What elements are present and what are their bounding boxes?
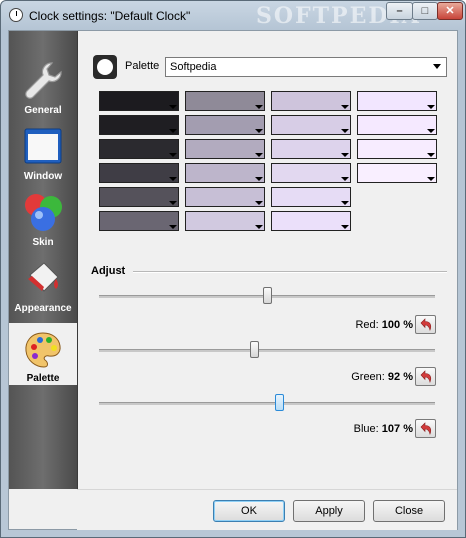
blue-reset-button[interactable] <box>415 419 436 438</box>
red-label: Red: <box>355 319 379 331</box>
sidebar-item-label: Palette <box>26 373 60 384</box>
adjust-heading: Adjust <box>91 265 126 277</box>
color-swatch[interactable] <box>185 211 265 231</box>
undo-arrow-icon <box>420 422 432 435</box>
adjust-divider <box>133 271 447 273</box>
red-reset-button[interactable] <box>415 315 436 334</box>
palette-select[interactable]: Softpedia <box>165 57 447 77</box>
color-swatch[interactable] <box>99 91 179 111</box>
sidebar: General Window Skin Appearance Palette <box>9 31 78 489</box>
dialog-footer: OK Apply Close <box>77 489 457 530</box>
window-icon <box>24 128 62 164</box>
palette-select-value: Softpedia <box>170 61 217 73</box>
color-swatch[interactable] <box>271 163 351 183</box>
color-swatch[interactable] <box>99 139 179 159</box>
close-button[interactable]: Close <box>373 500 445 522</box>
green-reset-button[interactable] <box>415 367 436 386</box>
color-swatch[interactable] <box>185 139 265 159</box>
red-slider-thumb[interactable] <box>263 287 272 304</box>
window-title: Clock settings: "Default Clock" <box>29 9 191 23</box>
palette-label: Palette <box>125 60 160 72</box>
undo-arrow-icon <box>420 370 432 383</box>
undo-arrow-icon <box>420 318 432 331</box>
color-swatch[interactable] <box>99 115 179 135</box>
red-value: 100 % <box>381 319 413 331</box>
sidebar-item-skin[interactable]: Skin <box>9 185 77 251</box>
color-swatch[interactable] <box>271 91 351 111</box>
palette-icon <box>25 332 61 368</box>
maximize-icon: □ <box>421 5 429 17</box>
sidebar-item-palette[interactable]: Palette <box>9 323 77 385</box>
close-window-button[interactable]: ✕ <box>437 2 463 20</box>
maximize-button[interactable]: □ <box>412 2 438 20</box>
green-slider-track[interactable] <box>99 349 435 352</box>
color-swatch[interactable] <box>99 163 179 183</box>
close-icon: ✕ <box>445 5 455 17</box>
sidebar-item-appearance[interactable]: Appearance <box>9 251 77 317</box>
ok-button[interactable]: OK <box>213 500 285 522</box>
apply-button[interactable]: Apply <box>293 500 365 522</box>
color-swatch[interactable] <box>185 91 265 111</box>
blue-slider-track[interactable] <box>99 402 435 405</box>
color-swatch[interactable] <box>357 139 437 159</box>
sidebar-item-label: Skin <box>32 237 54 248</box>
skin-bubbles-icon <box>25 194 62 231</box>
color-swatch[interactable] <box>99 187 179 207</box>
wrench-icon <box>25 62 62 99</box>
paint-bucket-icon <box>28 262 59 292</box>
minimize-icon: – <box>396 5 403 17</box>
title-bar[interactable]: Clock settings: "Default Clock" SOFTPEDI… <box>1 1 465 31</box>
sidebar-item-window[interactable]: Window <box>9 119 77 185</box>
palette-panel: Palette Softpedia Adjust Red: 100 % Gree… <box>85 39 449 479</box>
settings-window: Clock settings: "Default Clock" SOFTPEDI… <box>0 0 466 538</box>
color-swatch[interactable] <box>357 163 437 183</box>
clock-icon <box>9 8 23 22</box>
sidebar-item-label: General <box>24 105 62 116</box>
color-swatch[interactable] <box>271 187 351 207</box>
sidebar-item-general[interactable]: General <box>9 53 77 119</box>
color-swatch[interactable] <box>185 115 265 135</box>
color-swatch[interactable] <box>185 163 265 183</box>
color-swatch[interactable] <box>271 115 351 135</box>
minimize-button[interactable]: – <box>386 2 413 20</box>
green-label: Green: <box>351 371 385 383</box>
color-swatch[interactable] <box>357 91 437 111</box>
blue-value: 107 % <box>381 423 413 435</box>
sidebar-item-label: Window <box>23 171 63 182</box>
red-value-row: Red: 100 % <box>355 319 413 331</box>
color-swatch[interactable] <box>99 211 179 231</box>
color-swatch[interactable] <box>185 187 265 207</box>
blue-slider-thumb[interactable] <box>274 394 284 411</box>
green-value: 92 % <box>387 371 413 383</box>
color-swatch[interactable] <box>271 211 351 231</box>
green-value-row: Green: 92 % <box>351 371 413 383</box>
color-swatch[interactable] <box>357 115 437 135</box>
chevron-down-icon <box>433 64 441 69</box>
sidebar-item-label: Appearance <box>14 303 72 314</box>
color-swatch[interactable] <box>271 139 351 159</box>
green-slider-thumb[interactable] <box>249 341 259 358</box>
blue-label: Blue: <box>353 423 379 435</box>
blue-value-row: Blue: 107 % <box>354 423 413 435</box>
palette-swatch-icon <box>93 55 117 79</box>
client-area: General Window Skin Appearance Palette P… <box>8 30 458 530</box>
